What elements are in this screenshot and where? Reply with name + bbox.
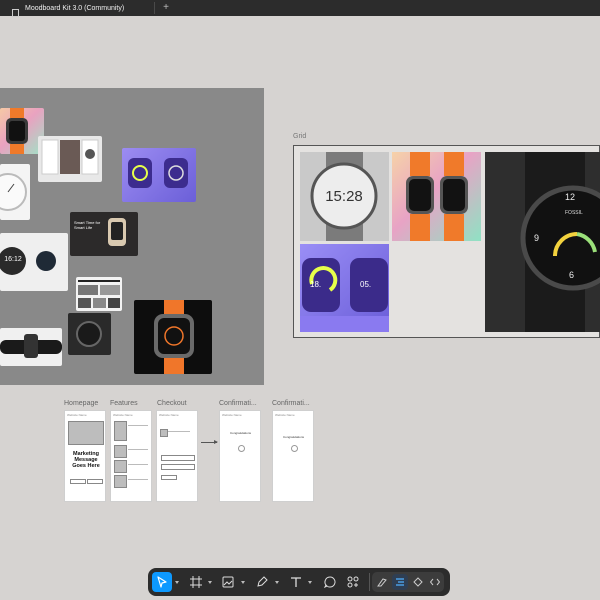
- moodboard-image-purple-watches[interactable]: [122, 148, 196, 202]
- hero-message: Marketing Message Goes Here: [72, 451, 100, 469]
- tab-bar: Moodboard Kit 3.0 (Community) +: [0, 0, 600, 17]
- image-icon: [222, 576, 234, 588]
- tab-divider: [154, 2, 155, 14]
- confirmation-check-icon: [238, 445, 245, 452]
- text-icon: [291, 577, 301, 587]
- wireframe-label-confirmation-1[interactable]: Confirmati...: [219, 400, 257, 407]
- flow-arrow: [201, 440, 218, 444]
- wireframe-confirmation-1[interactable]: Website Name Congratulations: [219, 410, 261, 502]
- purple-watch-date-left: 18.: [310, 280, 322, 289]
- fossil-hour-12: 12: [565, 192, 576, 202]
- file-icon: [12, 4, 19, 17]
- purple-watch-date-right: 05.: [360, 280, 372, 289]
- fossil-hour-6: 6: [569, 270, 575, 280]
- chevron-down-icon[interactable]: [208, 581, 212, 584]
- moodboard-image-ultra-watch[interactable]: [134, 300, 212, 374]
- cta-button-2: [87, 479, 103, 484]
- comment-icon: [324, 576, 336, 588]
- actions-tool[interactable]: [343, 572, 363, 592]
- wireframe-header: Website Name: [222, 413, 242, 417]
- checkout-text-line: [168, 431, 190, 432]
- chevron-down-icon[interactable]: [241, 581, 245, 584]
- moodboard-image-app-screens[interactable]: [38, 136, 102, 182]
- feature-image-2: [114, 445, 127, 458]
- wireframe-header: Website Name: [275, 413, 295, 417]
- new-tab-button[interactable]: +: [160, 0, 172, 16]
- grid-image-orange-watch[interactable]: [392, 152, 481, 241]
- code-icon: [430, 578, 440, 586]
- frame-icon: [190, 576, 202, 588]
- feature-text-line: [128, 464, 148, 465]
- hero-image-placeholder: [68, 421, 104, 445]
- pen-icon: [257, 576, 268, 587]
- moodboard-image-article-page[interactable]: [76, 277, 122, 311]
- wireframe-checkout[interactable]: Website Name: [156, 410, 198, 502]
- prototype-mode-button[interactable]: [410, 574, 426, 590]
- moodboard-image-dark-watch[interactable]: [68, 313, 111, 355]
- comment-tool[interactable]: [320, 572, 340, 592]
- grid-image-pixel-watch[interactable]: 15:28: [300, 152, 389, 241]
- moodboard-image-round-watches[interactable]: 16:12: [0, 233, 68, 291]
- frame-tool[interactable]: [186, 572, 206, 592]
- wireframe-label-homepage[interactable]: Homepage: [64, 400, 98, 407]
- watch-time-label: 16:12: [4, 256, 22, 263]
- checkout-field-2: [161, 464, 195, 470]
- toolbar-divider: [369, 573, 370, 591]
- checkout-field-1: [161, 455, 195, 461]
- moodboard-image-hand-watch[interactable]: [0, 328, 62, 366]
- file-tab[interactable]: Moodboard Kit 3.0 (Community): [6, 0, 154, 17]
- cta-button-1: [70, 479, 86, 484]
- feature-image-3: [114, 460, 127, 473]
- wireframe-homepage[interactable]: Website Name Marketing Message Goes Here: [64, 410, 106, 502]
- grid-image-purple-watches[interactable]: 18. 05.: [300, 244, 389, 332]
- fossil-brand: FOSSIL: [565, 210, 583, 216]
- grid-watch-time: 15:28: [325, 188, 363, 205]
- confirmation-check-icon: [291, 445, 298, 452]
- wireframe-header: Website Name: [159, 413, 179, 417]
- confirmation-title: Congratulations: [230, 431, 252, 435]
- chevron-down-icon[interactable]: [308, 581, 312, 584]
- chevron-down-icon[interactable]: [275, 581, 279, 584]
- file-tab-title: Moodboard Kit 3.0 (Community): [25, 4, 125, 12]
- draw-mode-button[interactable]: [374, 574, 390, 590]
- design-mode-button[interactable]: [392, 574, 408, 590]
- prototype-icon: [413, 577, 423, 587]
- feature-image-4: [114, 475, 127, 488]
- wireframe-confirmation-2[interactable]: Website Name Congratulations: [272, 410, 314, 502]
- actions-icon: [347, 576, 359, 588]
- feature-image-1: [114, 421, 127, 441]
- moodboard-image-white-watch[interactable]: [0, 164, 30, 220]
- wireframe-label-confirmation-2[interactable]: Confirmati...: [272, 400, 310, 407]
- pen-tool[interactable]: [252, 572, 272, 592]
- moodboard-frame[interactable]: Smart Time for Smart Life 16:12: [0, 88, 264, 385]
- mode-switcher: [372, 572, 444, 592]
- feature-text-line: [128, 479, 148, 480]
- wireframe-label-checkout[interactable]: Checkout: [157, 400, 187, 407]
- product-thumb: [160, 429, 168, 437]
- grid-frame-label[interactable]: Grid: [293, 133, 306, 140]
- confirmation-title: Congratulations: [283, 435, 305, 439]
- moodboard-image-smart-banner[interactable]: Smart Time for Smart Life: [70, 212, 138, 256]
- dev-mode-button[interactable]: [427, 574, 443, 590]
- cursor-icon: [157, 576, 167, 588]
- wireframe-header: Website Name: [113, 413, 133, 417]
- grid-frame[interactable]: 15:28 12 FOSSIL 9 6 18. 05.: [293, 145, 600, 338]
- wireframe-header: Website Name: [67, 413, 87, 417]
- text-tool[interactable]: [286, 572, 306, 592]
- image-tool[interactable]: [218, 572, 238, 592]
- design-icon: [396, 578, 404, 586]
- wireframe-features[interactable]: Website Name: [110, 410, 152, 502]
- wireframe-label-features[interactable]: Features: [110, 400, 138, 407]
- move-tool[interactable]: [152, 572, 172, 592]
- draw-icon: [377, 578, 387, 587]
- grid-image-fossil-watch[interactable]: 12 FOSSIL 9 6: [485, 152, 600, 332]
- feature-text-line: [128, 449, 148, 450]
- chevron-down-icon[interactable]: [175, 581, 179, 584]
- fossil-hour-9: 9: [534, 233, 540, 243]
- feature-text-line: [128, 425, 148, 426]
- checkout-button: [161, 475, 177, 480]
